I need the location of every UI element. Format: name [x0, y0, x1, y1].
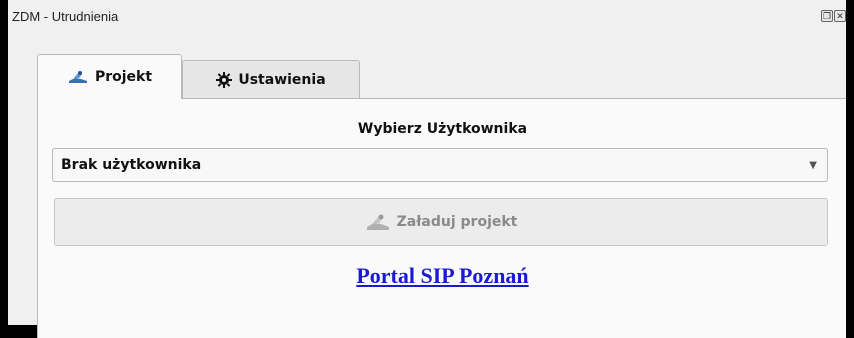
project-icon [365, 212, 391, 232]
tab-label: Projekt [94, 69, 153, 85]
project-panel: Wybierz Użytkownika Brak użytkownika ▼ Z… [37, 98, 846, 338]
user-select-value: Brak użytkownika [61, 157, 202, 173]
close-icon[interactable]: ✕ [834, 10, 846, 22]
project-icon [67, 69, 89, 85]
select-user-label: Wybierz Użytkownika [357, 121, 528, 137]
tab-projekt[interactable]: Projekt [37, 54, 182, 99]
title-buttons: ❐ ✕ [821, 10, 846, 22]
load-project-button[interactable]: Załaduj projekt [54, 198, 828, 246]
load-project-label: Załaduj projekt [396, 214, 518, 230]
user-select[interactable]: Brak użytkownika ▼ [52, 148, 828, 182]
gear-icon [216, 71, 233, 88]
tab-label: Ustawienia [238, 71, 326, 88]
float-icon[interactable]: ❐ [821, 10, 833, 22]
portal-sip-link[interactable]: Portal SIP Poznań [356, 263, 528, 288]
chevron-down-icon: ▼ [809, 160, 817, 171]
portal-link-container: Portal SIP Poznań [38, 263, 847, 289]
plugin-window: ZDM - Utrudnienia ❐ ✕ Projekt Ustawienia… [8, 0, 846, 338]
titlebar: ZDM - Utrudnienia ❐ ✕ [8, 0, 846, 32]
tab-ustawienia[interactable]: Ustawienia [182, 60, 360, 98]
window-title: ZDM - Utrudnienia [12, 8, 119, 24]
